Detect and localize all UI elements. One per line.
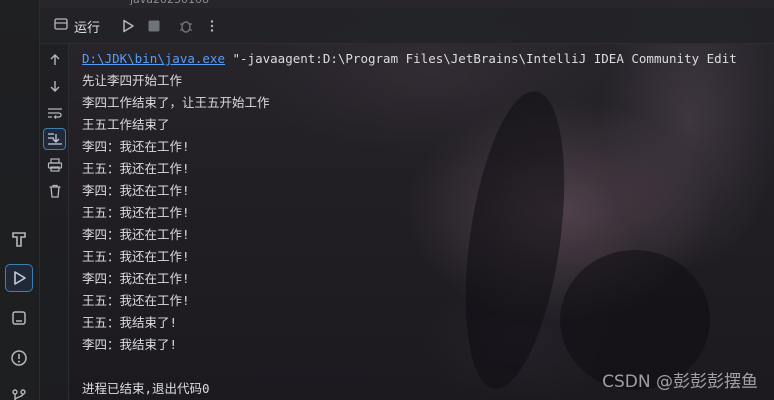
console-line: 先让李四开始工作 (82, 73, 183, 88)
csdn-watermark: CSDN @彭彭彭摆鱼 (602, 372, 758, 392)
console-line: 王五：我还在工作! (82, 205, 190, 220)
console-line: 王五：我还在工作! (82, 293, 190, 308)
editor-tab-strip: java20230108 (40, 0, 774, 8)
console-toolbar (40, 44, 69, 400)
console-line: 李四：我结束了! (82, 337, 178, 352)
soft-wrap-icon[interactable] (43, 102, 66, 124)
run-tab-label: 运行 (74, 20, 101, 36)
run-window-header: 运行 (40, 8, 774, 44)
problems-icon[interactable] (5, 344, 33, 372)
run-tab[interactable]: 运行 (50, 14, 104, 38)
up-arrow-icon[interactable] (43, 49, 66, 71)
play-icon[interactable] (116, 14, 140, 38)
project-folder-label[interactable]: java20230108 (130, 0, 209, 6)
console-line: 李四：我还在工作! (82, 139, 190, 154)
console-line: 李四：我还在工作! (82, 183, 190, 198)
trash-icon[interactable] (43, 180, 66, 202)
layout-icon (54, 17, 68, 35)
terminal-icon[interactable] (5, 304, 33, 332)
console-line: 王五：我结束了! (82, 315, 178, 330)
console-line: 王五工作结束了 (82, 117, 170, 132)
console-line: 王五：我还在工作! (82, 249, 190, 264)
console-line: 李四：我还在工作! (82, 271, 190, 286)
java-exe-link[interactable]: D:\JDK\bin\java.exe (82, 51, 225, 66)
print-icon[interactable] (43, 154, 66, 176)
more-vertical-icon[interactable] (200, 14, 224, 38)
console-line: 李四：我还在工作! (82, 227, 190, 242)
console-line: 王五：我还在工作! (82, 161, 190, 176)
command-args: "-javaagent:D:\Program Files\JetBrains\I… (225, 51, 737, 66)
scroll-to-end-icon[interactable] (43, 128, 66, 150)
output-lines: 先让李四开始工作李四工作结束了，让王五开始工作 王五工作结束了李四：我还在工作! 王… (82, 70, 774, 356)
build-hammer-icon[interactable] (5, 225, 33, 253)
tool-window-strip (0, 0, 40, 400)
run-icon[interactable] (5, 264, 33, 292)
debug-icon[interactable] (174, 14, 198, 38)
console-line: 李四工作结束了，让王五开始工作 (82, 95, 270, 110)
console-output[interactable]: D:\JDK\bin\java.exe "-javaagent:D:\Progr… (69, 44, 774, 400)
stop-icon[interactable] (142, 14, 166, 38)
down-arrow-icon[interactable] (43, 75, 66, 97)
command-line: D:\JDK\bin\java.exe "-javaagent:D:\Progr… (82, 48, 774, 70)
git-icon[interactable] (5, 382, 33, 400)
